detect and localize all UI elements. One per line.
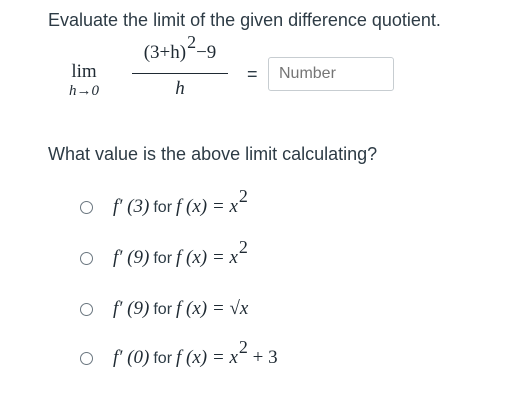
radio-button[interactable] <box>80 302 93 316</box>
option-3[interactable]: f′ (9) for f (x) = √x <box>80 294 249 324</box>
radio-button[interactable] <box>80 251 93 265</box>
option-label: f′ (0) for f (x) = x2 + 3 <box>113 337 278 368</box>
choice-prompt: What value is the above limit calculatin… <box>48 144 378 164</box>
option-derivative: f′ (9) <box>113 298 150 319</box>
fraction-bar <box>132 73 228 74</box>
option-1[interactable]: f′ (3) for f (x) = x2 <box>80 186 248 222</box>
question-prompt: Evaluate the limit of the given differen… <box>48 10 441 30</box>
quotient-numerator: (3+h)2−9 <box>132 32 228 65</box>
option-label: f′ (9) for f (x) = √x <box>113 298 249 319</box>
option-function: f (x) = x <box>176 247 238 268</box>
numerator-base: (3+h) <box>143 42 187 63</box>
radio-button[interactable] <box>80 200 93 214</box>
option-4[interactable]: f′ (0) for f (x) = x2 + 3 <box>80 337 278 373</box>
option-2[interactable]: f′ (9) for f (x) = x2 <box>80 237 248 273</box>
option-derivative: f′ (3) <box>113 196 150 217</box>
answer-input[interactable] <box>268 57 394 91</box>
option-function: f (x) = √x <box>176 298 249 319</box>
option-label: f′ (3) for f (x) = x2 <box>113 186 248 217</box>
limit-operator: lim h→0 <box>60 62 108 100</box>
option-function: f (x) = x <box>176 196 238 217</box>
option-derivative: f′ (9) <box>113 247 150 268</box>
option-function: f (x) = x <box>176 347 238 368</box>
option-derivative: f′ (0) <box>113 347 150 368</box>
equals-sign: = <box>247 64 258 84</box>
numerator-exponent: 2 <box>187 32 197 52</box>
lim-word: lim <box>71 61 97 82</box>
numerator-tail: −9 <box>196 42 217 63</box>
quotient-denominator: h <box>175 78 185 99</box>
option-label: f′ (9) for f (x) = x2 <box>113 237 248 268</box>
difference-quotient: (3+h)2−9 h <box>132 32 228 100</box>
radio-button[interactable] <box>80 351 93 365</box>
lim-subscript: h→0 <box>69 83 99 99</box>
